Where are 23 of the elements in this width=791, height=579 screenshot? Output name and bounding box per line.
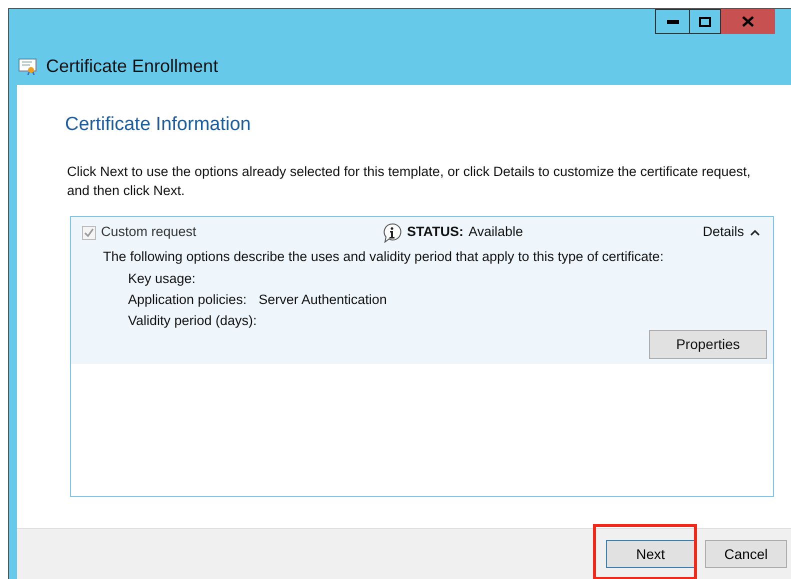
close-icon: [742, 16, 754, 27]
next-button[interactable]: Next: [606, 540, 695, 568]
field-value: Server Authentication: [258, 290, 387, 309]
status-label: STATUS:: [407, 223, 464, 242]
description-text: The following options describe the uses and validity period that apply to this type of certificate:: [103, 248, 665, 266]
certificate-icon: [18, 58, 38, 75]
field-label: Validity period (days):: [128, 312, 257, 330]
cancel-button[interactable]: Cancel: [705, 540, 787, 568]
status-value: Available: [468, 223, 524, 242]
window-title: Certificate Enrollment: [46, 55, 218, 78]
field-label: Key usage:: [128, 270, 196, 288]
field-label: Application policies:: [128, 290, 247, 309]
minimize-button[interactable]: [655, 9, 690, 34]
caret-up-icon: [750, 229, 760, 236]
close-button[interactable]: [721, 9, 775, 34]
checkbox-label: Custom request: [101, 223, 196, 242]
check-icon: [84, 228, 94, 238]
minimize-icon: [666, 20, 678, 24]
maximize-icon: [699, 16, 711, 26]
maximize-button[interactable]: [690, 9, 721, 34]
instruction-text: Click Next to use the options already selected for this template, or click Details to customize the certificate request, and then click Next.: [67, 162, 752, 200]
page-heading: Certificate Information: [65, 113, 252, 137]
info-icon: [382, 222, 402, 242]
